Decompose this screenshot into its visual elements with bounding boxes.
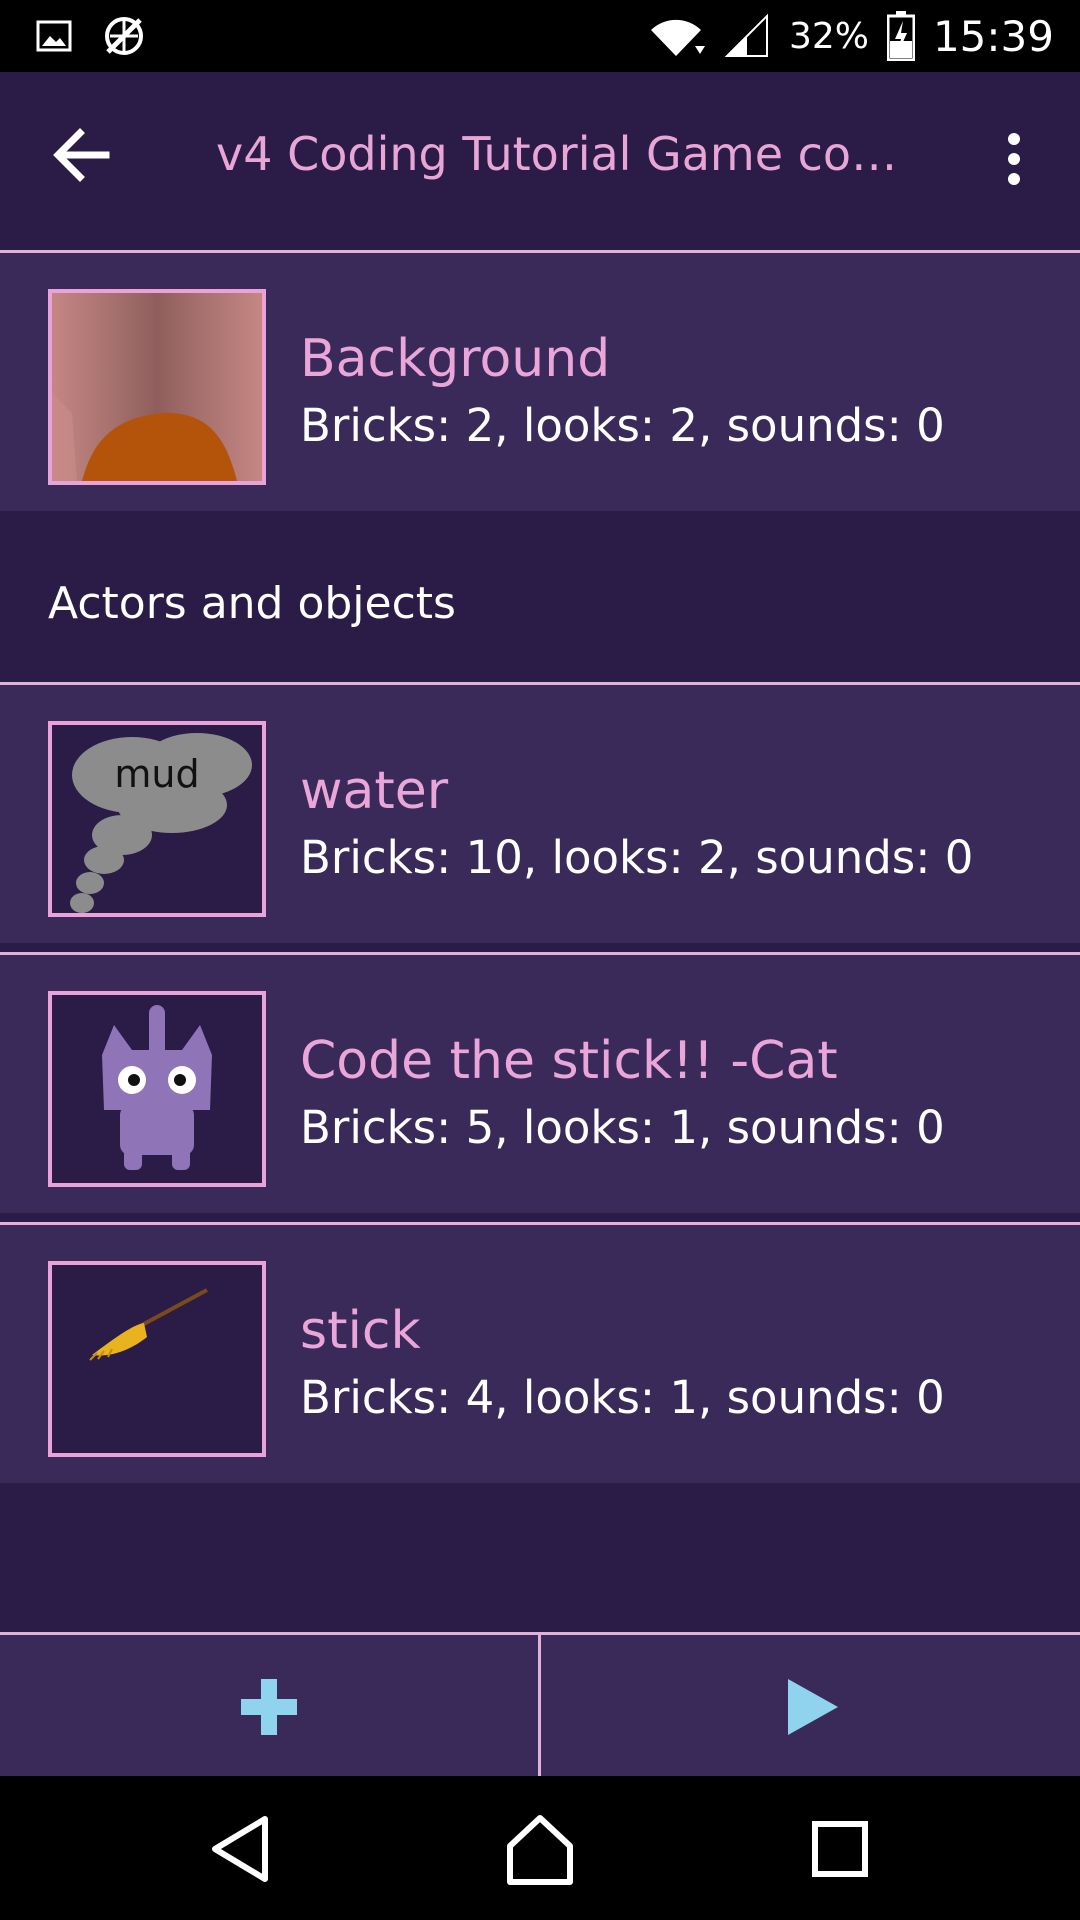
nav-recents-button[interactable] (795, 1804, 885, 1894)
app-toolbar: v4 Coding Tutorial Game copy (… (0, 72, 1080, 238)
object-name: stick (300, 1301, 421, 1361)
back-button[interactable] (46, 125, 116, 185)
object-info: Bricks: 5, looks: 1, sounds: 0 (300, 1101, 945, 1154)
nav-back-button[interactable] (195, 1804, 285, 1894)
background-info: Bricks: 2, looks: 2, sounds: 0 (300, 399, 945, 452)
overflow-menu-button[interactable] (990, 129, 1038, 189)
object-info: Bricks: 4, looks: 1, sounds: 0 (300, 1371, 945, 1424)
bottom-action-bar (0, 1632, 1080, 1779)
play-icon (788, 1679, 838, 1735)
wifi-icon (650, 19, 705, 56)
nav-home-icon (507, 1815, 573, 1885)
object-row-water[interactable]: mud water Bricks: 10, looks: 2, sounds: … (0, 682, 1080, 943)
more-vert-icon (1008, 133, 1020, 185)
water-thumb-text: mud (114, 752, 199, 796)
background-name: Background (300, 329, 611, 389)
plus-icon (241, 1679, 297, 1735)
battery-percent: 32% (788, 15, 869, 57)
status-bar: 32% 15:39 (0, 0, 1080, 72)
sync-disabled-icon (105, 17, 143, 55)
cat-thumbnail (48, 991, 266, 1187)
object-row-cat[interactable]: Code the stick!! -Cat Bricks: 5, looks: … (0, 952, 1080, 1213)
object-info: Bricks: 10, looks: 2, sounds: 0 (300, 831, 974, 884)
section-header: Actors and objects (0, 522, 1080, 682)
stick-thumbnail (48, 1261, 266, 1457)
background-thumbnail (48, 289, 266, 485)
object-name: water (300, 761, 449, 821)
water-thumbnail: mud (48, 721, 266, 917)
battery-charging-icon (886, 11, 915, 61)
page-title: v4 Coding Tutorial Game copy (… (216, 127, 916, 181)
nav-home-button[interactable] (495, 1804, 585, 1894)
play-button[interactable] (541, 1635, 1080, 1779)
clock: 15:39 (932, 11, 1054, 61)
background-row[interactable]: Background Bricks: 2, looks: 2, sounds: … (0, 250, 1080, 511)
nav-back-icon (212, 1816, 268, 1882)
object-name: Code the stick!! -Cat (300, 1031, 838, 1091)
object-row-stick[interactable]: stick Bricks: 4, looks: 1, sounds: 0 (0, 1222, 1080, 1483)
section-title: Actors and objects (48, 578, 456, 629)
image-icon (36, 20, 72, 52)
cell-signal-icon (724, 13, 768, 57)
arrow-left-icon (53, 128, 110, 182)
add-button[interactable] (0, 1635, 538, 1779)
system-nav-bar (0, 1776, 1080, 1920)
nav-recents-icon (812, 1821, 868, 1877)
